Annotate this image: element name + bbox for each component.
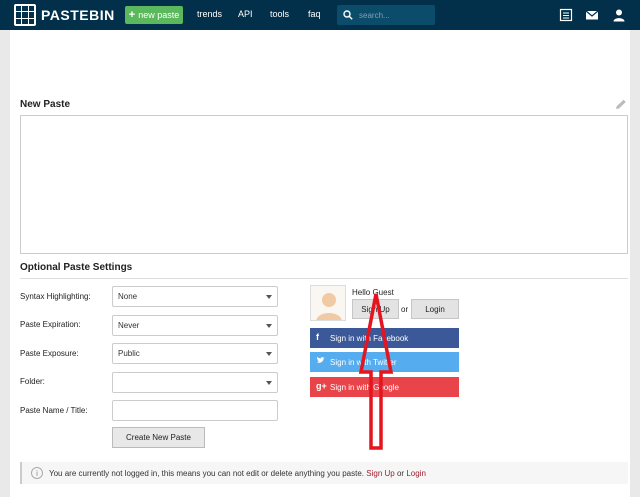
folder-label: Folder: bbox=[20, 377, 45, 386]
create-new-paste-button[interactable]: Create New Paste bbox=[112, 427, 205, 448]
login-notice-bar: i You are currently not logged in, this … bbox=[20, 462, 628, 484]
new-paste-heading: New Paste bbox=[20, 99, 71, 110]
chevron-down-icon bbox=[266, 295, 272, 299]
search-box[interactable] bbox=[337, 5, 435, 25]
top-navbar: PASTEBIN + new paste trends API tools fa… bbox=[0, 0, 640, 30]
chevron-down-icon bbox=[266, 381, 272, 385]
search-icon bbox=[343, 10, 353, 20]
notice-text: You are currently not logged in, this me… bbox=[49, 468, 365, 478]
syntax-select[interactable]: None bbox=[112, 286, 278, 307]
login-button[interactable]: Login bbox=[411, 299, 459, 319]
google-plus-icon: g+ bbox=[316, 381, 327, 391]
expiration-value: Never bbox=[118, 321, 140, 330]
user-icon[interactable] bbox=[612, 8, 626, 22]
twitter-icon bbox=[316, 356, 325, 363]
paste-name-label: Paste Name / Title: bbox=[20, 406, 88, 415]
nav-faq[interactable]: faq bbox=[308, 9, 321, 19]
pastebin-logo[interactable]: PASTEBIN bbox=[14, 4, 115, 26]
notice-or-text: or bbox=[396, 468, 405, 478]
avatar bbox=[310, 285, 346, 321]
nav-tools[interactable]: tools bbox=[270, 9, 289, 19]
logo-icon bbox=[14, 4, 36, 26]
paste-name-input[interactable] bbox=[112, 400, 278, 421]
divider bbox=[20, 278, 628, 279]
red-arrow-annotation bbox=[358, 293, 394, 450]
chevron-down-icon bbox=[266, 324, 272, 328]
paste-textarea[interactable] bbox=[20, 115, 628, 254]
guest-avatar-icon bbox=[316, 293, 342, 320]
pencil-icon[interactable] bbox=[614, 99, 628, 111]
chevron-down-icon bbox=[266, 352, 272, 356]
expiration-label: Paste Expiration: bbox=[20, 320, 81, 329]
or-text: or bbox=[401, 305, 409, 314]
new-paste-label: new paste bbox=[138, 10, 180, 20]
list-icon[interactable] bbox=[559, 8, 573, 22]
facebook-icon: f bbox=[316, 332, 319, 342]
expiration-select[interactable]: Never bbox=[112, 315, 278, 336]
search-input[interactable] bbox=[359, 10, 429, 20]
notice-login-link[interactable]: Login bbox=[406, 469, 426, 478]
optional-settings-heading: Optional Paste Settings bbox=[20, 262, 133, 273]
plus-icon: + bbox=[128, 9, 136, 21]
syntax-label: Syntax Highlighting: bbox=[20, 292, 91, 301]
folder-select[interactable] bbox=[112, 372, 278, 393]
exposure-label: Paste Exposure: bbox=[20, 349, 79, 358]
notice-signup-link[interactable]: Sign Up bbox=[366, 469, 394, 478]
info-icon: i bbox=[31, 467, 43, 479]
syntax-value: None bbox=[118, 292, 138, 301]
exposure-value: Public bbox=[118, 349, 140, 358]
new-paste-button[interactable]: + new paste bbox=[125, 6, 183, 24]
mail-icon[interactable] bbox=[585, 8, 599, 22]
nav-api[interactable]: API bbox=[238, 9, 253, 19]
logo-text: PASTEBIN bbox=[41, 7, 115, 23]
nav-trends[interactable]: trends bbox=[197, 9, 222, 19]
exposure-select[interactable]: Public bbox=[112, 343, 278, 364]
